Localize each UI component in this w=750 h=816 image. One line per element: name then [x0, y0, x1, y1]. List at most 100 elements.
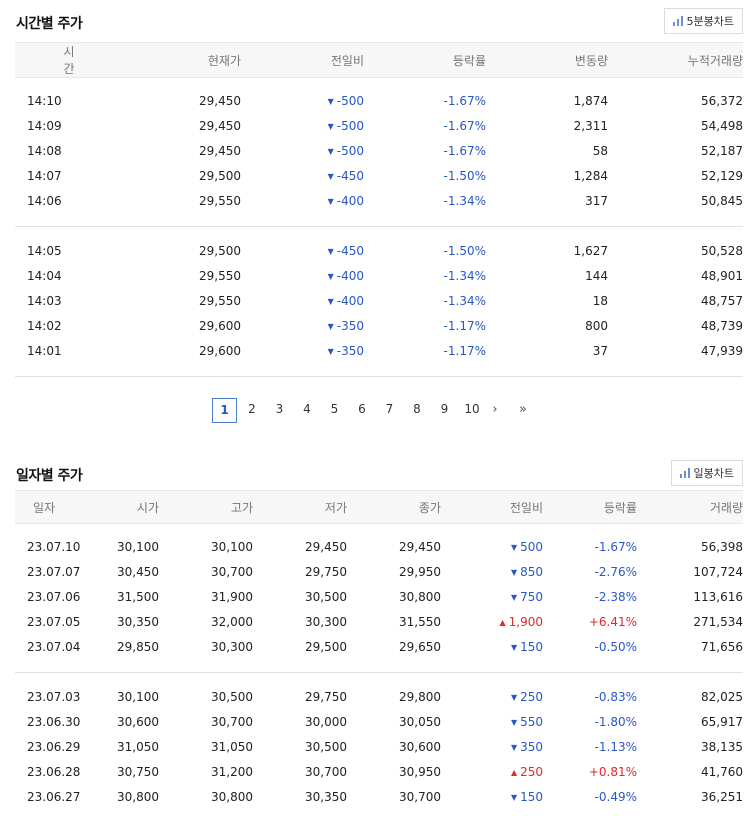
- down-arrow-icon: ▼: [510, 718, 518, 727]
- table-row: 23.07.04 29,850 30,300 29,500 29,650 ▼ 150 -0.5…: [15, 635, 743, 660]
- cumulative-volume-cell-value: 50,845: [701, 194, 743, 208]
- open-cell: 31,050: [75, 735, 159, 760]
- page-3-link[interactable]: 3: [267, 398, 292, 423]
- date-cell: 23.07.06: [15, 585, 80, 610]
- change-cell-value: -350: [336, 319, 364, 333]
- daily-change-cell: ▼ 150: [441, 785, 543, 810]
- last-page-icon[interactable]: »: [513, 398, 533, 423]
- page-6-link[interactable]: 6: [350, 398, 375, 423]
- date-cell-value: 23.07.10: [27, 540, 81, 554]
- open-cell: 31,500: [75, 585, 159, 610]
- table-row: 14:02 29,600 ▼ -350 -1.17% 800 48,739: [15, 314, 743, 339]
- volume-cell: 144: [486, 264, 608, 289]
- open-cell-value: 31,050: [117, 740, 159, 754]
- daily-rate-cell: -1.67%: [543, 535, 637, 560]
- date-cell-value: 23.07.05: [27, 615, 81, 629]
- low-cell-value: 29,750: [305, 690, 347, 704]
- spacer-cell: [15, 364, 743, 376]
- change-cell: ▼ -450: [241, 164, 364, 189]
- price-cell: 29,550: [75, 189, 241, 214]
- spacer-row: [15, 660, 743, 672]
- price-cell-value: 29,450: [199, 94, 241, 108]
- time-cell: 14:07: [15, 164, 75, 189]
- daily-rate-cell: +6.41%: [543, 610, 637, 635]
- cumulative-volume-cell: 48,901: [608, 264, 743, 289]
- open-cell: 30,750: [75, 760, 159, 785]
- high-cell: 31,900: [159, 585, 253, 610]
- table-row: 23.07.03 30,100 30,500 29,750 29,800 ▼ 250 -0.8…: [15, 685, 743, 710]
- low-cell-value: 30,000: [305, 715, 347, 729]
- high-cell-value: 30,300: [211, 640, 253, 654]
- high-cell-value: 30,700: [211, 715, 253, 729]
- close-cell: 29,450: [347, 535, 441, 560]
- page-4-link[interactable]: 4: [295, 398, 320, 423]
- daily-volume-cell-value: 271,534: [693, 615, 743, 629]
- cumulative-volume-cell-value: 50,528: [701, 244, 743, 258]
- high-cell-value: 30,700: [211, 565, 253, 579]
- page-9-link[interactable]: 9: [432, 398, 457, 423]
- daily-rate-cell-value: -0.50%: [594, 640, 637, 654]
- page-5-link[interactable]: 5: [322, 398, 347, 423]
- date-cell-value: 23.07.07: [27, 565, 81, 579]
- daily-chart-button[interactable]: 일봉차트: [670, 460, 743, 486]
- change-cell: ▼ -400: [241, 264, 364, 289]
- date-cell-value: 23.06.28: [27, 765, 81, 779]
- open-cell-value: 30,100: [117, 690, 159, 704]
- daily-rate-cell-value: -2.76%: [594, 565, 637, 579]
- daily-change-cell: ▼ 150: [441, 635, 543, 660]
- open-cell-value: 30,100: [117, 540, 159, 554]
- daily-price-title: 일자별 주가: [16, 468, 83, 484]
- time-cell: 14:04: [15, 264, 75, 289]
- open-cell: 29,850: [75, 635, 159, 660]
- daily-change-cell: ▼ 550: [441, 710, 543, 735]
- daily-change-cell-value: 250: [520, 765, 543, 779]
- change-cell: ▼ -400: [241, 289, 364, 314]
- cumulative-volume-cell: 48,739: [608, 314, 743, 339]
- close-cell: 30,950: [347, 760, 441, 785]
- close-cell-value: 29,650: [399, 640, 441, 654]
- page-2-link[interactable]: 2: [240, 398, 265, 423]
- volume-cell-value: 58: [592, 144, 608, 158]
- change-cell-value: -500: [336, 94, 364, 108]
- pagination: 1 2 3 4 5 6 7 8 9 10 › »: [0, 398, 750, 423]
- separator-cell: [15, 375, 743, 377]
- table-row: 14:10 29,450 ▼ -500 -1.67% 1,874 56,372: [15, 89, 743, 114]
- change-cell-value: -400: [336, 269, 364, 283]
- next-page-icon[interactable]: ›: [485, 398, 505, 423]
- price-cell-value: 29,600: [199, 319, 241, 333]
- change-cell: ▼ -500: [241, 89, 364, 114]
- time-cell-value: 14:09: [27, 119, 62, 133]
- rate-cell: -1.34%: [364, 264, 486, 289]
- down-arrow-icon: ▼: [327, 147, 334, 156]
- table-row: 23.07.07 30,450 30,700 29,750 29,950 ▼ 850 -2.7…: [15, 560, 743, 585]
- volume-cell-value: 37: [592, 344, 608, 358]
- page-8-link[interactable]: 8: [405, 398, 430, 423]
- five-minute-chart-label: 5분봉차트: [686, 15, 734, 28]
- page-10-link[interactable]: 10: [460, 398, 485, 423]
- time-cell: 14:01: [15, 339, 75, 364]
- page-1-link[interactable]: 1: [212, 398, 237, 423]
- low-cell: 30,500: [253, 585, 347, 610]
- open-cell: 30,100: [75, 685, 159, 710]
- down-arrow-icon: ▼: [327, 247, 334, 256]
- time-table-body: 14:10 29,450 ▼ -500 -1.67% 1,874 56,372 14:09 29…: [15, 78, 743, 377]
- close-cell-value: 29,800: [399, 690, 441, 704]
- page-7-link[interactable]: 7: [377, 398, 402, 423]
- five-minute-chart-button[interactable]: 5분봉차트: [663, 8, 743, 34]
- spacer-cell: [15, 660, 743, 672]
- low-cell-value: 29,500: [305, 640, 347, 654]
- divider: [15, 375, 743, 377]
- rate-cell: -1.34%: [364, 289, 486, 314]
- down-arrow-icon: ▼: [327, 97, 334, 106]
- daily-change-cell-value: 250: [520, 690, 543, 704]
- open-cell-value: 30,800: [117, 790, 159, 804]
- table-row: 23.06.30 30,600 30,700 30,000 30,050 ▼ 550 -1.8…: [15, 710, 743, 735]
- daily-price-table: 일자 시가 고가 저가 종가 전일비 등락률 거래량 23.07.10 30,10…: [15, 490, 743, 810]
- low-cell: 29,500: [253, 635, 347, 660]
- daily-change-cell-value: 150: [520, 640, 543, 654]
- daily-volume-cell: 271,534: [637, 610, 743, 635]
- close-cell: 30,700: [347, 785, 441, 810]
- cumulative-volume-cell: 52,129: [608, 164, 743, 189]
- table-row: 23.06.29 31,050 31,050 30,500 30,600 ▼ 350 -1.1…: [15, 735, 743, 760]
- time-price-section: 시간별 주가 5분봉차트 시간 현재가 전일비 등락률 변동량 누적거래량 14…: [0, 0, 750, 377]
